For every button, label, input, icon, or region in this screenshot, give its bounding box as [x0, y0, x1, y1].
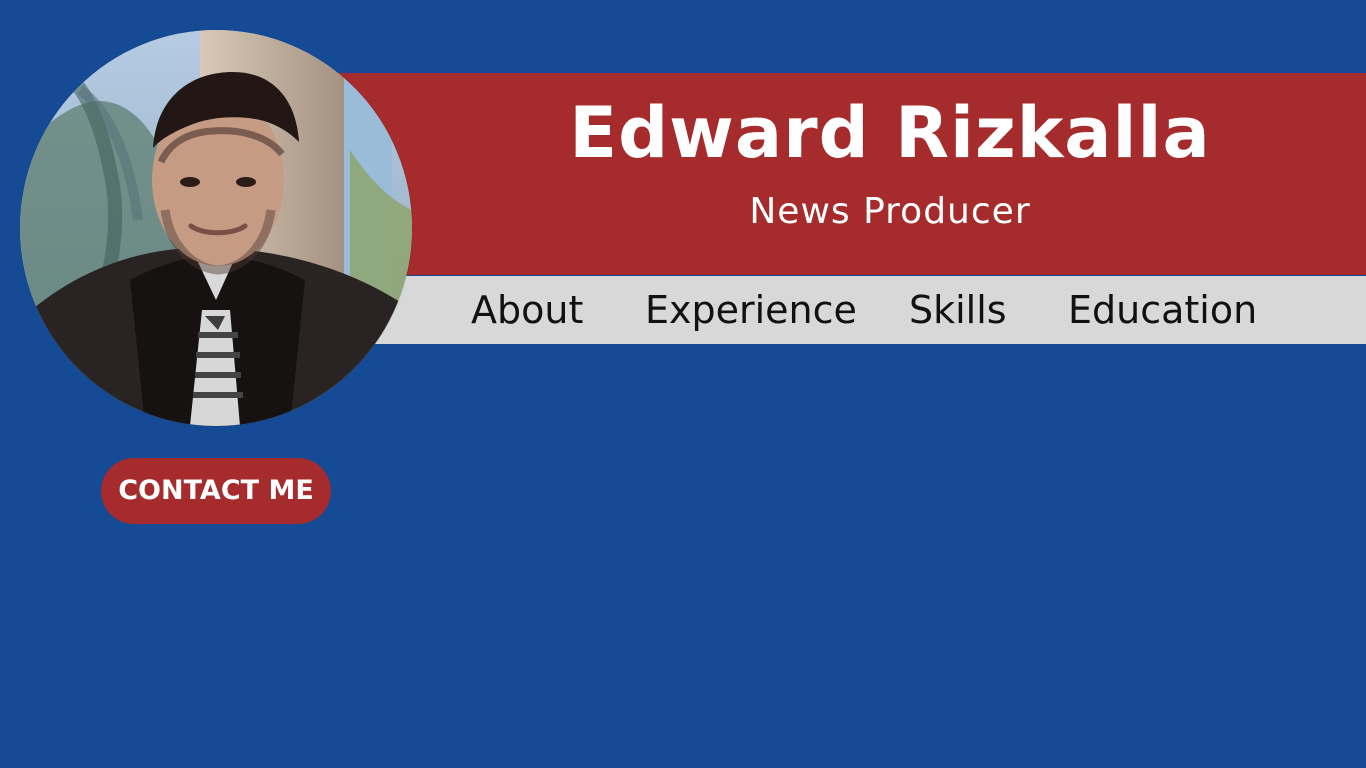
page-title: Edward Rizkalla: [569, 92, 1211, 174]
contact-me-button[interactable]: CONTACT ME: [101, 458, 331, 524]
portrait-illustration: [20, 30, 412, 426]
nav-item-skills[interactable]: Skills: [909, 285, 1007, 335]
job-title: News Producer: [749, 191, 1031, 232]
nav-item-about[interactable]: About: [471, 285, 583, 335]
nav-item-experience[interactable]: Experience: [645, 285, 857, 335]
profile-photo: [20, 30, 412, 426]
nav-item-education[interactable]: Education: [1068, 285, 1257, 335]
